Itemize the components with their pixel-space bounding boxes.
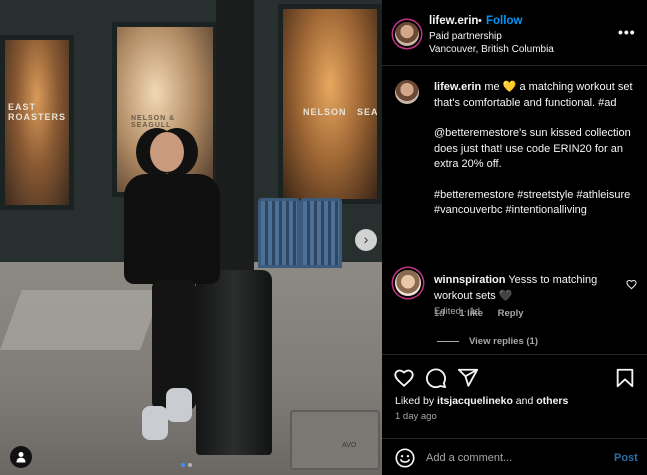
heart-outline-icon[interactable] [626,279,637,290]
cafe-chair [300,198,342,268]
avatar[interactable] [395,270,421,296]
smiley-icon[interactable] [394,447,416,469]
post-comment-button[interactable]: Post [614,452,638,464]
window-sign-left: EAST ROASTERS [8,102,67,122]
view-replies-label: View replies (1) [469,336,538,347]
add-comment-bar: Post [382,438,647,475]
header-username[interactable]: lifew.erin [429,15,478,27]
caption-username[interactable]: lifew.erin [434,81,481,93]
comment-bubble-icon[interactable] [425,367,447,389]
comment-input[interactable] [426,447,596,469]
liked-prefix: Liked by [395,395,438,407]
drain-cover: AVO [290,410,380,470]
post-date[interactable]: 1 day ago [395,411,437,422]
avatar[interactable] [395,80,419,104]
caption-line1-a: me [481,81,503,93]
reply-button[interactable]: Reply [498,308,524,319]
post-header: lifew.erin • Follow Paid partnership Van… [382,0,647,66]
paper-plane-icon[interactable] [457,367,479,389]
heart-outline-icon[interactable] [393,367,415,389]
avatar[interactable] [395,22,419,46]
window-sign-middle: NELSON & SEAGULL [131,115,176,129]
carousel-next-button[interactable]: › [355,229,377,251]
more-options-icon[interactable]: ••• [618,24,636,40]
follow-button[interactable]: Follow [486,15,522,27]
caption-paragraph: @betteremestore's sun kissed collection … [434,127,631,170]
post-photo[interactable]: EAST ROASTERS NELSON & SEAGULL NELSON SE… [0,0,382,475]
yellow-heart-emoji: 💛 [502,81,517,93]
caption-text: lifew.erin me 💛 a matching workout set t… [434,80,639,219]
sneaker [142,406,168,440]
liked-by-user[interactable]: itsjacquelineko [437,395,513,407]
liked-mid: and [512,395,537,407]
location-link[interactable]: Vancouver, British Columbia [429,44,554,55]
bookmark-icon[interactable] [614,367,636,389]
woman-figure [122,130,222,460]
chevron-right-icon: › [363,231,369,247]
paid-partnership-label[interactable]: Paid partnership [429,31,502,42]
replies-divider-line [437,340,459,342]
sneaker [166,388,192,422]
shop-window-right: NELSON SEAGUL [278,4,382,204]
liked-by-others[interactable]: others [536,395,568,407]
comment-username[interactable]: winnspiration [434,274,506,286]
carousel-dot [188,463,192,467]
comment-like-count[interactable]: 1 like [459,308,483,319]
comment-age: 1d [434,308,445,319]
separator-dot: • [478,15,482,27]
shop-window-left: EAST ROASTERS [0,35,74,210]
drain-label: AVO [342,442,357,449]
person-icon [16,452,26,463]
carousel-dot-active [181,463,185,467]
post-detail-panel: lifew.erin • Follow Paid partnership Van… [382,0,647,475]
cafe-chair [258,198,300,268]
view-replies-button[interactable]: View replies (1) [437,336,538,347]
window-sign-right: NELSON SEAGUL [303,107,379,117]
post-actions: Liked by itsjacquelineko and others 1 da… [382,354,647,434]
caption-hashtags[interactable]: #betteremestore #streetstyle #athleisure… [434,188,639,219]
comment-text: winnspiration Yesss to matching workout … [434,273,614,304]
woman-head [150,132,184,172]
puffer-jacket [124,174,220,284]
comment-meta: 1d 1 like Reply [434,308,536,319]
tagged-users-button[interactable] [10,446,32,468]
liked-by-text: Liked by itsjacquelineko and others [395,395,568,407]
